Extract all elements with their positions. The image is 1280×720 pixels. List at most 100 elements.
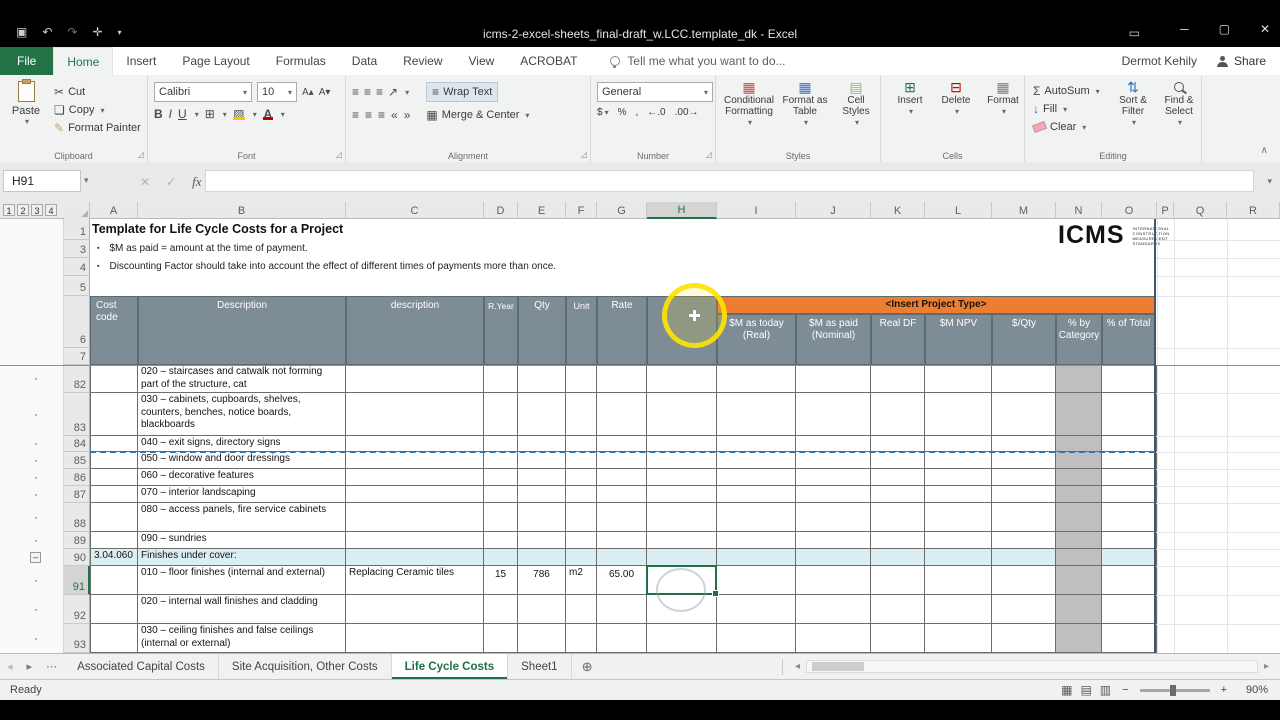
column-header-L[interactable]: L [925, 202, 992, 219]
borders-dropdown-icon[interactable]: ▾ [223, 110, 227, 119]
row-header-86[interactable]: 86 [64, 469, 90, 486]
alignment-dialog-launcher[interactable]: ◿ [581, 150, 587, 159]
align-middle-icon[interactable]: ≡ [364, 85, 371, 99]
cell-A90[interactable]: 3.04.060 [90, 549, 138, 566]
sheet-tab-sheet1[interactable]: Sheet1 [508, 654, 572, 679]
cell-B83[interactable]: 030 – cabinets, cupboards, shelves, coun… [138, 393, 346, 436]
cell-L90[interactable] [925, 549, 992, 566]
header-cell-pct-category[interactable]: % by Category [1056, 314, 1102, 365]
cell-B89[interactable]: 090 – sundries [138, 532, 346, 549]
cell-O85[interactable] [1102, 452, 1157, 469]
cell-M82[interactable] [992, 365, 1056, 393]
cell-O84[interactable] [1102, 436, 1157, 452]
number-dialog-launcher[interactable]: ◿ [706, 150, 712, 159]
row-header-88[interactable]: 88 [64, 503, 90, 532]
cell-M89[interactable] [992, 532, 1056, 549]
cell-J93[interactable] [796, 624, 871, 653]
cell-N87[interactable] [1056, 486, 1102, 503]
cell-D88[interactable] [484, 503, 518, 532]
cell-B84[interactable]: 040 – exit signs, directory signs [138, 436, 346, 452]
increase-indent-icon[interactable]: » [404, 108, 411, 122]
normal-view-icon[interactable]: ▦ [1061, 683, 1072, 697]
tell-me-box[interactable]: Tell me what you want to do... [610, 47, 786, 75]
align-center-icon[interactable]: ≡ [365, 108, 372, 122]
cell-styles-dropdown-icon[interactable]: ▾ [855, 117, 859, 128]
name-box-dropdown-icon[interactable]: ▾ [84, 175, 89, 186]
cell-H93[interactable] [647, 624, 717, 653]
cell-L86[interactable] [925, 469, 992, 486]
font-size-dropdown-icon[interactable]: ▾ [288, 88, 292, 97]
cell-G92[interactable] [597, 595, 647, 624]
cell-E92[interactable] [518, 595, 566, 624]
outline-level-2[interactable]: 2 [17, 204, 29, 216]
cell-E83[interactable] [518, 393, 566, 436]
row-header-1[interactable]: 1 [64, 219, 90, 240]
cell-O83[interactable] [1102, 393, 1157, 436]
sheet-title-cell[interactable]: Template for Life Cycle Costs for a Proj… [92, 222, 343, 236]
cell-D90[interactable] [484, 549, 518, 566]
cell-A82[interactable] [90, 365, 138, 393]
cell-F87[interactable] [566, 486, 597, 503]
cell-M90[interactable] [992, 549, 1056, 566]
cell-A93[interactable] [90, 624, 138, 653]
cell-D91[interactable]: 15 [484, 566, 518, 595]
header-cell-pct-total[interactable]: % of Total [1102, 314, 1155, 365]
cell-I82[interactable] [717, 365, 796, 393]
header-cell-per-qty[interactable]: $/Qty [992, 314, 1056, 365]
row-header-3[interactable]: 3 [64, 240, 90, 258]
cell-E84[interactable] [518, 436, 566, 452]
user-name[interactable]: Dermot Kehily [1122, 54, 1197, 68]
cell-G82[interactable] [597, 365, 647, 393]
cell-B86[interactable]: 060 – decorative features [138, 469, 346, 486]
cell-K89[interactable] [871, 532, 925, 549]
cell-E87[interactable] [518, 486, 566, 503]
row-header-84[interactable]: 84 [64, 436, 90, 452]
cell-F89[interactable] [566, 532, 597, 549]
header-cell-description2[interactable]: description [346, 296, 484, 365]
cell-I92[interactable] [717, 595, 796, 624]
cell-J88[interactable] [796, 503, 871, 532]
cell-F86[interactable] [566, 469, 597, 486]
column-header-K[interactable]: K [871, 202, 925, 219]
enter-check-icon[interactable]: ✓ [166, 175, 176, 189]
cell-H85[interactable] [647, 452, 717, 469]
align-bottom-icon[interactable]: ≡ [376, 85, 383, 99]
sort-filter-button[interactable]: ⇅ Sort & Filter ▾ [1113, 80, 1153, 128]
cell-L89[interactable] [925, 532, 992, 549]
cell-G93[interactable] [597, 624, 647, 653]
cell-A84[interactable] [90, 436, 138, 452]
format-cells-button[interactable]: ▦ Format ▾ [983, 80, 1023, 117]
fill-button[interactable]: ↓ Fill ▾ [1033, 101, 1067, 117]
merge-dropdown-icon[interactable]: ▾ [525, 111, 529, 120]
header-cell-unit[interactable]: Unit [566, 296, 597, 365]
cell-styles-button[interactable]: ▤ Cell Styles ▾ [834, 80, 878, 128]
sheet-tab-associated-capital-costs[interactable]: Associated Capital Costs [64, 654, 219, 679]
cell-F91[interactable]: m2 [566, 566, 597, 595]
cell-O89[interactable] [1102, 532, 1157, 549]
header-cell-m-as-paid[interactable]: $M as paid (Nominal) [796, 314, 871, 365]
borders-icon[interactable]: ⊞ [205, 107, 215, 121]
minimize-button[interactable]: ─ [1180, 22, 1189, 36]
cell-E82[interactable] [518, 365, 566, 393]
cell-C85[interactable] [346, 452, 484, 469]
cell-K93[interactable] [871, 624, 925, 653]
column-header-M[interactable]: M [992, 202, 1056, 219]
row-header-5[interactable]: 5 [64, 276, 90, 296]
qat-customize-icon[interactable]: ▾ [118, 28, 122, 37]
tab-view[interactable]: View [456, 47, 508, 75]
cell-M91[interactable] [992, 566, 1056, 595]
row-header-92[interactable]: 92 [64, 595, 90, 624]
number-format-dropdown-icon[interactable]: ▾ [704, 88, 708, 97]
cancel-icon[interactable]: ✕ [140, 175, 150, 189]
formula-bar-expand-icon[interactable]: ▾ [1267, 176, 1272, 187]
cell-I89[interactable] [717, 532, 796, 549]
cell-G89[interactable] [597, 532, 647, 549]
header-cell-m-npv[interactable]: $M NPV [925, 314, 992, 365]
cell-J85[interactable] [796, 452, 871, 469]
cell-C90[interactable] [346, 549, 484, 566]
horizontal-scrollbar[interactable] [805, 660, 1258, 673]
font-name-dropdown-icon[interactable]: ▾ [243, 88, 247, 97]
cell-M85[interactable] [992, 452, 1056, 469]
font-color-dropdown-icon[interactable]: ▾ [281, 110, 285, 119]
cell-D87[interactable] [484, 486, 518, 503]
